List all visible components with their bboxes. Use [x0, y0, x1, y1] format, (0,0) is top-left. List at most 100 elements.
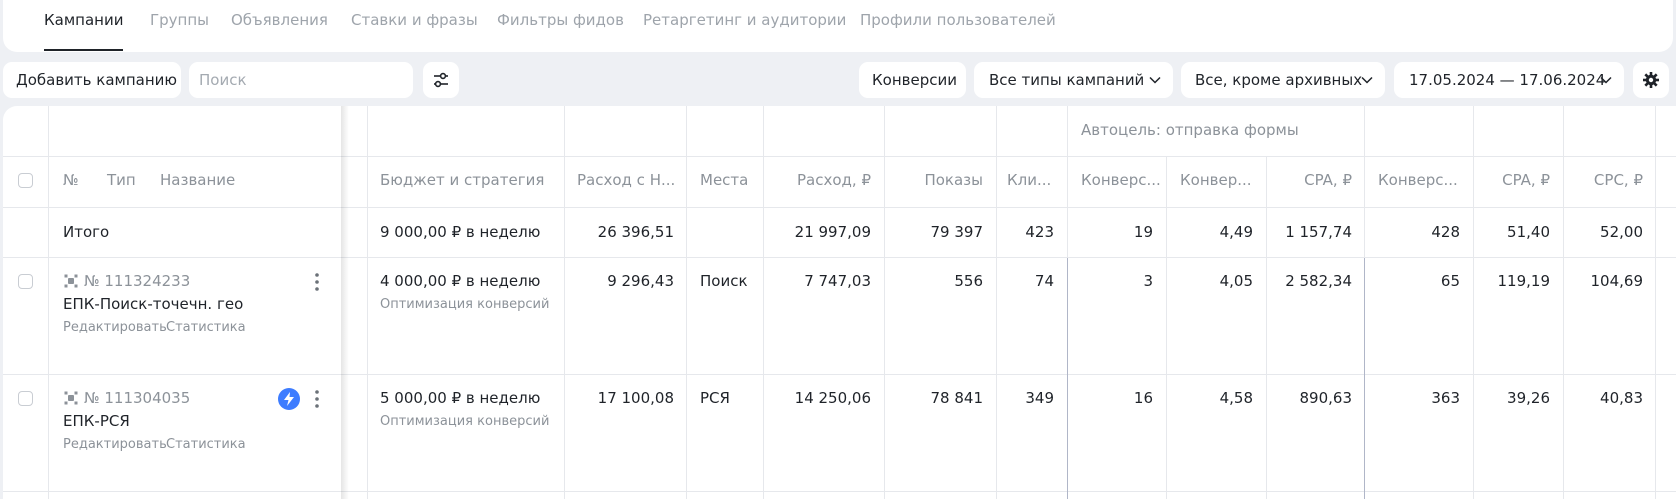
totals-cpa: 51,40: [1507, 223, 1550, 241]
table-settings-button[interactable]: [1633, 62, 1669, 98]
col-divider: [996, 106, 997, 499]
campaign-strategy: Оптимизация конверсий: [380, 414, 550, 429]
col-header-type[interactable]: Тип: [107, 170, 136, 190]
col-divider: [884, 106, 885, 499]
campaigns-table: Автоцель: отправка формы № Тип Название …: [3, 106, 1676, 499]
sticky-column-shadow: [341, 106, 349, 499]
col-header-places[interactable]: Места: [700, 170, 748, 190]
edit-campaign-link[interactable]: Редактировать: [63, 435, 167, 455]
chevron-down-icon: [1600, 76, 1612, 84]
tab-bids-phrases[interactable]: Ставки и фразы: [351, 9, 478, 31]
campaign-clicks: 74: [1034, 272, 1054, 290]
campaign-spend: 7 747,03: [804, 272, 871, 290]
campaign-type-icon: [64, 391, 78, 405]
campaign-clicks: 349: [1025, 389, 1054, 407]
col-header-clicks[interactable]: Кли...: [1007, 170, 1051, 190]
tab-groups[interactable]: Группы: [150, 9, 209, 31]
totals-label: Итого: [63, 223, 110, 241]
campaign-goal-conversions: 16: [1133, 389, 1153, 407]
campaign-conversions: 363: [1431, 389, 1460, 407]
campaign-spend-vat: 9 296,43: [607, 272, 674, 290]
select-all-checkbox[interactable]: [18, 173, 33, 188]
more-vertical-icon[interactable]: [309, 389, 325, 409]
edit-campaign-link[interactable]: Редактировать: [63, 318, 167, 338]
lightning-icon: [284, 392, 294, 406]
totals-goal-conversion-rate: 4,49: [1219, 223, 1253, 241]
search-input[interactable]: [189, 62, 413, 98]
tab-campaigns[interactable]: Кампании: [44, 9, 123, 31]
status-filter-select[interactable]: Все, кроме архивных: [1181, 62, 1385, 98]
campaign-places: РСЯ: [700, 389, 730, 407]
col-header-goal-cpa[interactable]: CPA, ₽: [1266, 170, 1352, 190]
tab-user-profiles[interactable]: Профили пользователей: [860, 9, 1056, 31]
campaign-name[interactable]: ЕПК-Поиск-точечн. гео: [63, 294, 243, 314]
date-range-label: 17.05.2024 — 17.06.2024: [1409, 71, 1606, 89]
campaign-type-icon: [64, 274, 78, 288]
campaign-stats-link[interactable]: Статистика: [166, 435, 246, 455]
campaign-strategy: Оптимизация конверсий: [380, 297, 550, 312]
col-divider: [48, 106, 49, 499]
tabs-bar: Кампании Группы Объявления Ставки и фраз…: [3, 0, 1673, 52]
col-divider: [367, 106, 368, 499]
campaign-name[interactable]: ЕПК-РСЯ: [63, 411, 130, 431]
totals-cpc: 52,00: [1600, 223, 1643, 241]
col-header-budget[interactable]: Бюджет и стратегия: [380, 170, 544, 190]
col-header-goal-conversion-rate[interactable]: Конвер...: [1180, 170, 1252, 190]
row-divider: [3, 207, 1676, 208]
totals-spend: 21 997,09: [794, 223, 871, 241]
campaign-spend: 14 250,06: [794, 389, 871, 407]
totals-impressions: 79 397: [930, 223, 984, 241]
campaign-goal-conversion-rate: 4,05: [1219, 272, 1253, 290]
col-header-impressions[interactable]: Показы: [884, 170, 983, 190]
campaign-budget: 4 000,00 ₽ в неделю: [380, 272, 541, 290]
filter-settings-button[interactable]: [423, 62, 459, 98]
campaign-spend-vat: 17 100,08: [597, 389, 674, 407]
campaign-stats-link[interactable]: Статистика: [166, 318, 246, 338]
tab-retargeting[interactable]: Ретаргетинг и аудитории: [643, 9, 846, 31]
more-vertical-icon[interactable]: [309, 272, 325, 292]
active-tab-indicator: [44, 49, 123, 51]
campaign-impressions: 78 841: [930, 389, 984, 407]
status-filter-label: Все, кроме архивных: [1195, 71, 1363, 89]
col-divider: [1166, 157, 1167, 499]
tab-feed-filters[interactable]: Фильтры фидов: [497, 9, 624, 31]
row-divider: [3, 156, 1068, 157]
col-divider: [1655, 106, 1656, 499]
tab-ads[interactable]: Объявления: [231, 9, 328, 31]
campaign-goal-conversions: 3: [1143, 272, 1153, 290]
autotargeting-badge[interactable]: [278, 388, 300, 410]
col-header-cpc[interactable]: CPC, ₽: [1563, 170, 1643, 190]
col-divider: [1473, 106, 1474, 499]
campaign-number: № 111304035: [84, 389, 191, 407]
add-campaign-button[interactable]: Добавить кампанию: [3, 62, 181, 98]
col-header-number[interactable]: №: [63, 170, 79, 190]
col-header-goal-conversions[interactable]: Конверс...: [1081, 170, 1161, 190]
row-divider: [3, 257, 1676, 258]
totals-budget: 9 000,00 ₽ в неделю: [380, 223, 541, 241]
campaign-conversions: 65: [1440, 272, 1460, 290]
col-header-name[interactable]: Название: [160, 170, 235, 190]
col-header-cpa[interactable]: CPA, ₽: [1473, 170, 1550, 190]
row-checkbox[interactable]: [18, 274, 33, 289]
goal-group-divider: [1364, 258, 1365, 499]
col-header-spend[interactable]: Расход, ₽: [763, 170, 871, 190]
totals-conversions: 428: [1431, 223, 1460, 241]
campaign-types-select[interactable]: Все типы кампаний: [974, 62, 1173, 98]
col-divider: [763, 106, 764, 499]
col-header-spend-vat[interactable]: Расход с Н...: [577, 170, 675, 190]
campaign-number: № 111324233: [84, 272, 191, 290]
col-divider: [1266, 157, 1267, 499]
row-checkbox[interactable]: [18, 391, 33, 406]
campaign-goal-cpa: 890,63: [1299, 389, 1353, 407]
chevron-down-icon: [1361, 76, 1373, 84]
group-header-divider: [1068, 156, 1676, 157]
campaign-goal-cpa: 2 582,34: [1285, 272, 1352, 290]
col-header-conversions[interactable]: Конверс...: [1378, 170, 1458, 190]
conversions-button[interactable]: Конверсии: [859, 62, 966, 98]
totals-spend-vat: 26 396,51: [597, 223, 674, 241]
col-divider: [564, 106, 565, 499]
totals-clicks: 423: [1025, 223, 1054, 241]
campaign-budget: 5 000,00 ₽ в неделю: [380, 389, 541, 407]
chevron-down-icon: [1149, 76, 1161, 84]
date-range-select[interactable]: 17.05.2024 — 17.06.2024: [1394, 62, 1624, 98]
